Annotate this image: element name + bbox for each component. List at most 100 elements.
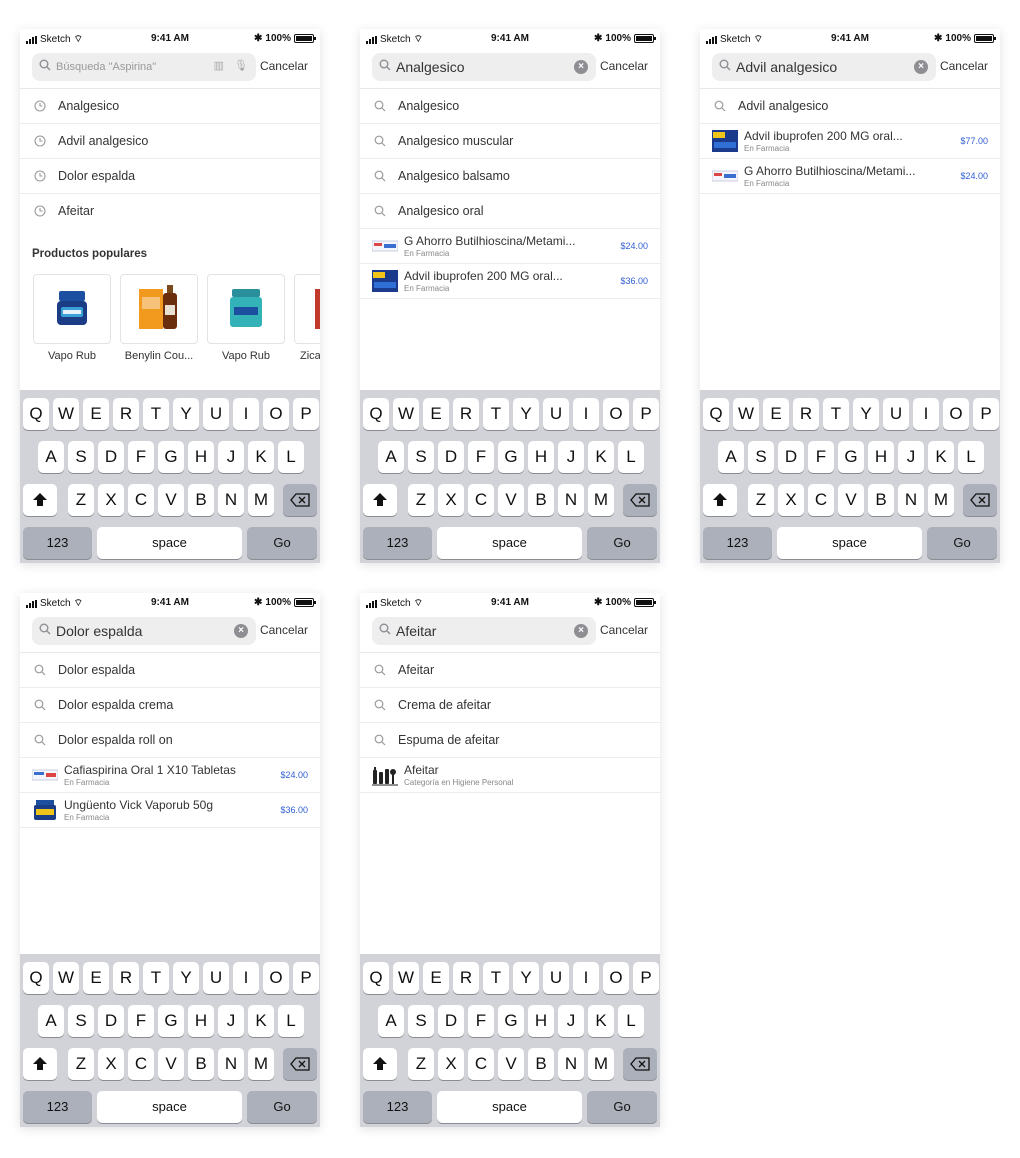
key-z[interactable]: Z bbox=[408, 484, 434, 516]
key-k[interactable]: K bbox=[248, 441, 274, 473]
key-p[interactable]: P bbox=[633, 962, 659, 994]
key-e[interactable]: E bbox=[423, 962, 449, 994]
suggestion-item[interactable]: Analgesico muscular bbox=[360, 124, 660, 159]
key-d[interactable]: D bbox=[778, 441, 804, 473]
recent-item[interactable]: Analgesico bbox=[20, 89, 320, 124]
suggestion-item[interactable]: Dolor espalda crema bbox=[20, 688, 320, 723]
suggestion-item[interactable]: Dolor espalda bbox=[20, 653, 320, 688]
key-i[interactable]: I bbox=[233, 398, 259, 430]
key-n[interactable]: N bbox=[558, 484, 584, 516]
key-f[interactable]: F bbox=[468, 1005, 494, 1037]
go-key[interactable]: Go bbox=[247, 1091, 317, 1123]
key-l[interactable]: L bbox=[278, 441, 304, 473]
key-f[interactable]: F bbox=[128, 441, 154, 473]
delete-key[interactable] bbox=[623, 1048, 657, 1080]
product-card[interactable] bbox=[294, 274, 320, 344]
go-key[interactable]: Go bbox=[587, 1091, 657, 1123]
key-g[interactable]: G bbox=[498, 441, 524, 473]
numbers-key[interactable]: 123 bbox=[363, 527, 432, 559]
key-l[interactable]: L bbox=[958, 441, 984, 473]
numbers-key[interactable]: 123 bbox=[703, 527, 772, 559]
key-u[interactable]: U bbox=[543, 962, 569, 994]
cancel-button[interactable]: Cancelar bbox=[260, 623, 308, 637]
key-p[interactable]: P bbox=[293, 398, 319, 430]
product-result[interactable]: Cafiaspirina Oral 1 X10 Tabletas En Farm… bbox=[20, 758, 320, 793]
key-o[interactable]: O bbox=[943, 398, 969, 430]
key-o[interactable]: O bbox=[263, 398, 289, 430]
space-key[interactable]: space bbox=[437, 527, 582, 559]
numbers-key[interactable]: 123 bbox=[23, 1091, 92, 1123]
key-v[interactable]: V bbox=[158, 1048, 184, 1080]
key-a[interactable]: A bbox=[378, 1005, 404, 1037]
key-g[interactable]: G bbox=[838, 441, 864, 473]
key-w[interactable]: W bbox=[393, 962, 419, 994]
search-input[interactable]: Dolor espalda × bbox=[32, 617, 256, 645]
recent-item[interactable]: Advil analgesico bbox=[20, 124, 320, 159]
key-q[interactable]: Q bbox=[363, 962, 389, 994]
clear-search-icon[interactable]: × bbox=[574, 60, 588, 74]
cancel-button[interactable]: Cancelar bbox=[600, 59, 648, 73]
delete-key[interactable] bbox=[623, 484, 657, 516]
key-w[interactable]: W bbox=[393, 398, 419, 430]
key-x[interactable]: X bbox=[778, 484, 804, 516]
key-t[interactable]: T bbox=[143, 962, 169, 994]
key-w[interactable]: W bbox=[53, 398, 79, 430]
key-h[interactable]: H bbox=[528, 1005, 554, 1037]
key-e[interactable]: E bbox=[423, 398, 449, 430]
delete-key[interactable] bbox=[963, 484, 997, 516]
key-h[interactable]: H bbox=[528, 441, 554, 473]
key-m[interactable]: M bbox=[248, 484, 274, 516]
key-o[interactable]: O bbox=[603, 398, 629, 430]
key-u[interactable]: U bbox=[543, 398, 569, 430]
key-d[interactable]: D bbox=[438, 441, 464, 473]
key-b[interactable]: B bbox=[188, 484, 214, 516]
key-j[interactable]: J bbox=[218, 1005, 244, 1037]
key-f[interactable]: F bbox=[808, 441, 834, 473]
key-l[interactable]: L bbox=[278, 1005, 304, 1037]
key-e[interactable]: E bbox=[83, 398, 109, 430]
key-d[interactable]: D bbox=[98, 1005, 124, 1037]
key-s[interactable]: S bbox=[408, 1005, 434, 1037]
key-o[interactable]: O bbox=[603, 962, 629, 994]
key-p[interactable]: P bbox=[633, 398, 659, 430]
key-y[interactable]: Y bbox=[173, 398, 199, 430]
key-f[interactable]: F bbox=[468, 441, 494, 473]
key-c[interactable]: C bbox=[128, 1048, 154, 1080]
shift-key[interactable] bbox=[23, 484, 57, 516]
suggestion-item[interactable]: Espuma de afeitar bbox=[360, 723, 660, 758]
key-b[interactable]: B bbox=[188, 1048, 214, 1080]
go-key[interactable]: Go bbox=[247, 527, 317, 559]
key-y[interactable]: Y bbox=[173, 962, 199, 994]
key-x[interactable]: X bbox=[438, 484, 464, 516]
key-k[interactable]: K bbox=[588, 1005, 614, 1037]
key-m[interactable]: M bbox=[588, 1048, 614, 1080]
key-n[interactable]: N bbox=[218, 1048, 244, 1080]
key-o[interactable]: O bbox=[263, 962, 289, 994]
key-z[interactable]: Z bbox=[408, 1048, 434, 1080]
key-b[interactable]: B bbox=[528, 484, 554, 516]
key-i[interactable]: I bbox=[913, 398, 939, 430]
recent-item[interactable]: Afeitar bbox=[20, 194, 320, 229]
key-q[interactable]: Q bbox=[363, 398, 389, 430]
key-q[interactable]: Q bbox=[703, 398, 729, 430]
space-key[interactable]: space bbox=[97, 527, 242, 559]
key-h[interactable]: H bbox=[188, 441, 214, 473]
key-x[interactable]: X bbox=[98, 1048, 124, 1080]
search-input[interactable]: Afeitar × bbox=[372, 617, 596, 645]
key-z[interactable]: Z bbox=[68, 1048, 94, 1080]
key-k[interactable]: K bbox=[928, 441, 954, 473]
space-key[interactable]: space bbox=[777, 527, 922, 559]
shift-key[interactable] bbox=[703, 484, 737, 516]
key-r[interactable]: R bbox=[113, 398, 139, 430]
suggestion-item[interactable]: Analgesico bbox=[360, 89, 660, 124]
key-r[interactable]: R bbox=[793, 398, 819, 430]
key-x[interactable]: X bbox=[98, 484, 124, 516]
suggestion-item[interactable]: Dolor espalda roll on bbox=[20, 723, 320, 758]
key-p[interactable]: P bbox=[973, 398, 999, 430]
key-b[interactable]: B bbox=[868, 484, 894, 516]
product-result[interactable]: Advil ibuprofen 200 MG oral... En Farmac… bbox=[700, 124, 1000, 159]
product-result[interactable]: Ungüento Vick Vaporub 50g En Farmacia $3… bbox=[20, 793, 320, 828]
numbers-key[interactable]: 123 bbox=[363, 1091, 432, 1123]
key-g[interactable]: G bbox=[498, 1005, 524, 1037]
key-d[interactable]: D bbox=[438, 1005, 464, 1037]
